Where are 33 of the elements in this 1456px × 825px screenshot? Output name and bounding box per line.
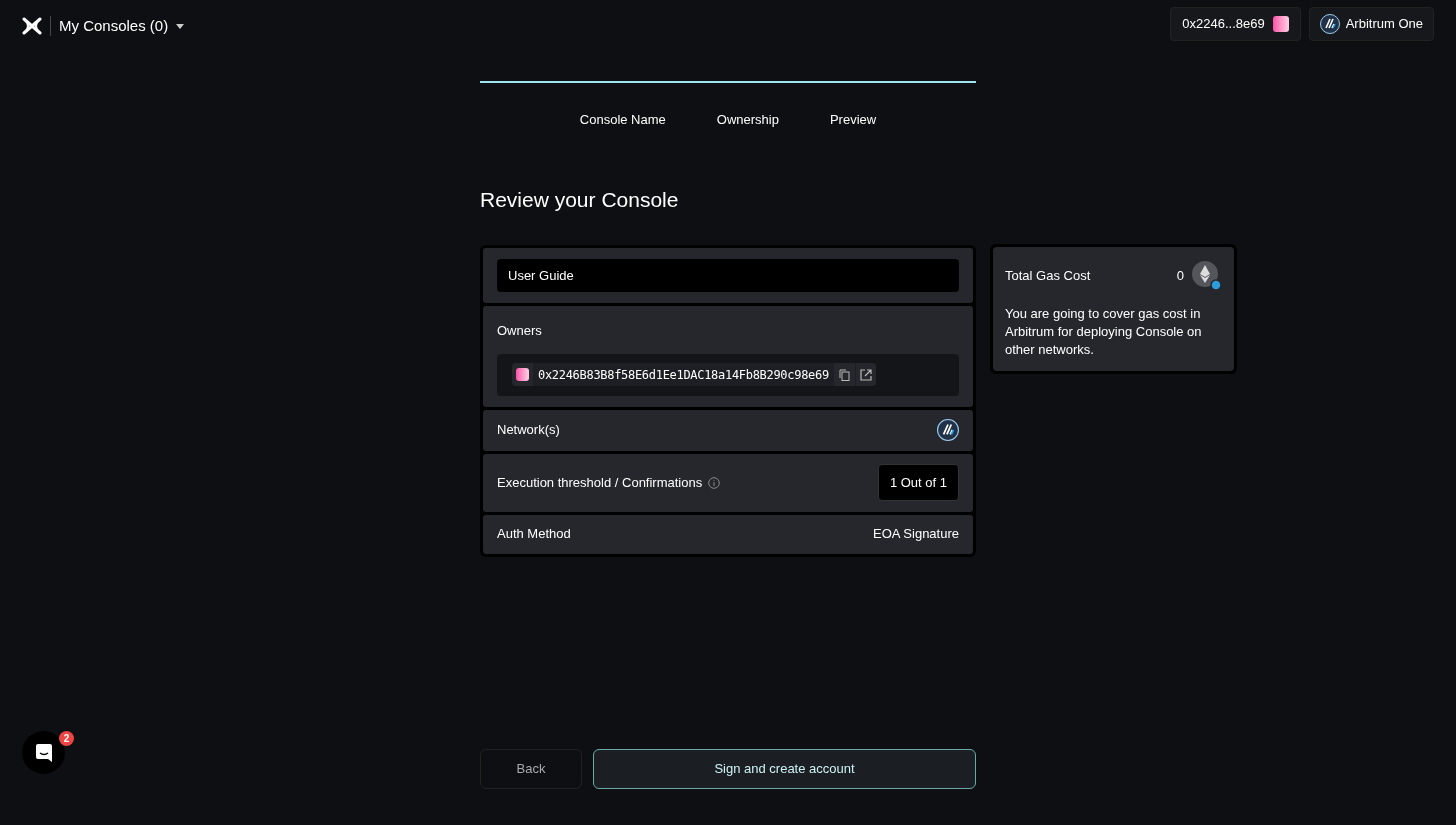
gas-label: Total Gas Cost [1005,267,1091,286]
wallet-avatar-icon [1272,16,1289,32]
step-label: Ownership [716,111,779,129]
networks-label: Network(s) [497,421,560,440]
chat-button[interactable] [22,731,65,774]
auth-value: EOA Signature [873,525,959,544]
network-logo-icon [937,419,959,441]
external-link-icon [859,368,872,381]
threshold-value: 1 Out of 1 [877,464,959,501]
console-name-field: User Guide [497,259,959,292]
sign-button[interactable]: Sign and create account [593,748,976,789]
auth-label: Auth Method [497,525,571,544]
notification-badge: 2 [59,731,74,746]
consoles-dropdown[interactable]: My Consoles (0) [59,14,185,38]
page-heading: Review your Console [480,186,680,213]
owners-label: Owners [497,322,543,340]
owner-address: 0x2246B83B8f58E6d1Ee1DAC18a14Fb8B290c98e69 [533,363,834,386]
ether-icon [1192,261,1222,291]
wallet-button[interactable]: 0x2246...8e69 [1170,7,1301,41]
back-button[interactable]: Back [480,748,582,789]
gas-note: You are going to cover gas cost in Arbitrum for deploying Console on other networks. [1005,305,1203,359]
logo-icon[interactable] [22,17,42,35]
copy-icon [838,368,850,381]
info-icon [708,476,721,489]
caret-icon [176,23,185,29]
step-label: Console Name [579,111,666,129]
owner-avatar-icon [516,368,529,381]
gas-amount: 0 [1176,267,1184,286]
step-label: Preview [829,111,877,129]
threshold-label: Execution threshold / Confirmations [497,473,703,492]
network-button[interactable]: Arbitrum One [1308,7,1434,41]
network-logo-icon [1319,14,1340,34]
chat-icon [33,742,54,763]
